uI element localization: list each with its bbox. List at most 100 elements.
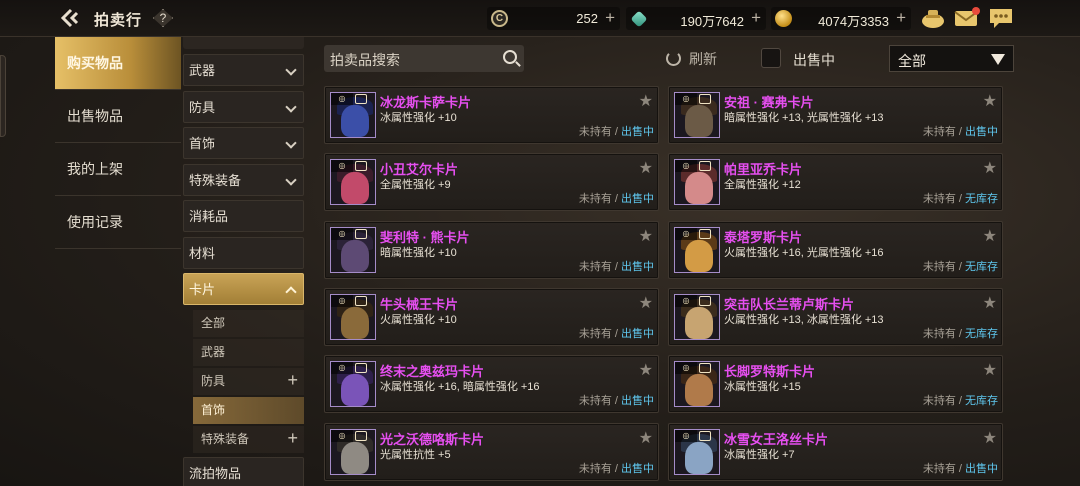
card-rank-icon: ◎ (331, 429, 353, 442)
filter-dropdown[interactable]: 全部 (889, 45, 1014, 72)
side-drawer-handle[interactable] (0, 55, 6, 137)
subcategory-label: 特殊装备 (201, 431, 250, 446)
listing-stat: 火属性强化 +16, 光属性强化 +16 (724, 246, 884, 259)
selling-only-label[interactable]: 出售中 (793, 50, 835, 70)
favorite-star-icon[interactable]: ★ (639, 293, 653, 313)
listing-status: 未持有 / 出售中 (579, 123, 654, 139)
add-gems-icon[interactable]: + (751, 8, 761, 28)
subcategory-special-equipment[interactable]: 特殊装备 + (193, 425, 304, 453)
card-rank-icon: ◎ (331, 362, 353, 375)
selling-only-checkbox[interactable] (761, 48, 781, 68)
owned-status: 未持有 (578, 126, 612, 138)
sale-status: 出售中 (621, 260, 654, 273)
owned-status: 未持有 (922, 193, 956, 206)
expand-plus-icon[interactable]: + (287, 425, 298, 452)
listing-status: 未持有 / 出售中 (579, 190, 654, 206)
category-consumable[interactable]: 消耗品 (183, 200, 304, 232)
listing-status: 未持有 / 出售中 (923, 460, 998, 476)
subcategory-armor[interactable]: 防具 + (193, 367, 304, 395)
listing-card[interactable]: ◎ 冰雪女王洛丝卡片 冰属性强化 +7 未持有 / 出售中 ★ (668, 422, 1003, 481)
status-separator: / (955, 260, 965, 273)
help-icon[interactable]: ? (153, 9, 173, 27)
lock-icon (355, 161, 367, 172)
listing-card[interactable]: ◎ 光之沃德咯斯卡片 光属性抗性 +5 未持有 / 出售中 ★ (324, 422, 659, 481)
favorite-star-icon[interactable]: ★ (639, 158, 653, 178)
listing-card[interactable]: ◎ 终末之奥兹玛卡片 冰属性强化 +16, 暗属性强化 +16 未持有 / 出售中 ★ (324, 355, 659, 414)
listing-stat: 暗属性强化 +13, 光属性强化 +13 (724, 112, 884, 124)
subcategory-all[interactable]: 全部 (193, 309, 304, 337)
lock-icon (355, 228, 367, 239)
listing-status: 未持有 / 出售中 (923, 123, 998, 139)
subcategory-weapon[interactable]: 武器 (193, 338, 304, 366)
listing-status: 未持有 / 出售中 (579, 392, 654, 408)
subcategory-accessory[interactable]: 首饰 (193, 396, 304, 424)
listing-stat: 火属性强化 +13, 冰属性强化 +13 (724, 313, 884, 326)
favorite-star-icon[interactable]: ★ (983, 360, 997, 380)
sale-status: 出售中 (621, 126, 654, 138)
gem-amount: 190万7642 (680, 14, 744, 29)
listing-card[interactable]: ◎ 长脚罗特斯卡片 冰属性强化 +15 未持有 / 无库存 ★ (668, 355, 1003, 414)
nav-usage-history[interactable]: 使用记录 (55, 196, 181, 249)
storage-pot-icon[interactable] (920, 6, 946, 30)
favorite-star-icon[interactable]: ★ (639, 226, 653, 246)
owned-status: 未持有 (922, 126, 956, 138)
add-gold-icon[interactable]: + (896, 8, 906, 28)
sale-status: 出售中 (621, 327, 654, 340)
listing-stat: 全属性强化 +12 (724, 179, 801, 192)
sale-status: 无库存 (965, 193, 998, 206)
search-icon[interactable] (503, 50, 517, 64)
card-thumbnail: ◎ (330, 293, 376, 340)
listing-status: 未持有 / 出售中 (579, 325, 654, 341)
nav-buy-items[interactable]: 购买物品 (55, 37, 181, 90)
favorite-star-icon[interactable]: ★ (983, 293, 997, 313)
favorite-star-icon[interactable]: ★ (983, 428, 997, 448)
category-card[interactable]: 卡片 (183, 273, 304, 305)
triangle-down-icon (991, 54, 1005, 65)
category-accessory[interactable]: 首饰 (183, 127, 304, 159)
listing-card[interactable]: ◎ 帕里亚乔卡片 全属性强化 +12 未持有 / 无库存 ★ (668, 153, 1003, 212)
listing-card[interactable]: ◎ 突击队长兰蒂卢斯卡片 火属性强化 +13, 冰属性强化 +13 未持有 / 无库存… (668, 287, 1003, 346)
favorite-star-icon[interactable]: ★ (983, 158, 997, 178)
listing-card[interactable]: ◎ 冰龙斯卡萨卡片 冰属性强化 +10 未持有 / 出售中 ★ (324, 86, 659, 144)
nav-sell-items[interactable]: 出售物品 (55, 90, 181, 143)
card-thumbnail: ◎ (330, 428, 376, 475)
favorite-star-icon[interactable]: ★ (639, 360, 653, 380)
subcategory-label: 全部 (201, 315, 226, 330)
favorite-star-icon[interactable]: ★ (639, 428, 653, 448)
sale-status: 无库存 (965, 395, 998, 408)
chevron-down-icon (285, 100, 297, 113)
sale-status: 出售中 (621, 193, 654, 206)
category-unsold-items[interactable]: 流拍物品 (183, 456, 304, 486)
listing-card[interactable]: ◎ 泰塔罗斯卡片 火属性强化 +16, 光属性强化 +16 未持有 / 无库存 ★ (668, 220, 1003, 279)
favorite-star-icon[interactable]: ★ (639, 91, 653, 111)
favorite-star-icon[interactable]: ★ (983, 226, 997, 246)
status-separator: / (611, 260, 621, 273)
status-separator: / (611, 395, 621, 408)
chat-icon[interactable] (988, 6, 1014, 30)
mail-icon[interactable] (954, 6, 980, 30)
lock-icon (699, 430, 711, 441)
listing-card[interactable]: ◎ 牛头械王卡片 火属性强化 +10 未持有 / 出售中 ★ (324, 287, 659, 346)
favorite-star-icon[interactable]: ★ (983, 91, 997, 111)
chip-amount: 252 (576, 11, 598, 26)
add-chips-icon[interactable]: + (605, 8, 615, 28)
refresh-button[interactable]: 刷新 (666, 49, 717, 69)
category-weapon[interactable]: 武器 (183, 54, 304, 86)
nav-my-listings[interactable]: 我的上架 (55, 143, 181, 196)
listing-card[interactable]: ◎ 小丑艾尔卡片 全属性强化 +9 未持有 / 出售中 ★ (324, 153, 659, 212)
search-input[interactable]: 拍卖品搜索 (324, 45, 524, 72)
back-arrow-icon[interactable] (60, 8, 84, 28)
category-material[interactable]: 材料 (183, 236, 304, 269)
category-special-equipment[interactable]: 特殊装备 (183, 163, 304, 196)
chip-icon: C (491, 10, 508, 27)
sale-status: 出售中 (621, 395, 654, 408)
owned-status: 未持有 (578, 260, 612, 273)
listing-card[interactable]: ◎ 安祖 · 赛弗卡片 暗属性强化 +13, 光属性强化 +13 未持有 / 出售中 ★ (668, 86, 1003, 144)
category-armor[interactable]: 防具 (183, 90, 304, 123)
chevron-down-icon (285, 173, 297, 186)
category-label: 消耗品 (189, 209, 229, 224)
currency-chips: C 252 + (487, 7, 620, 30)
category-label: 防具 (189, 99, 216, 115)
listing-card[interactable]: ◎ 斐利特 · 熊卡片 暗属性强化 +10 未持有 / 出售中 ★ (324, 220, 659, 279)
expand-plus-icon[interactable]: + (287, 367, 298, 394)
